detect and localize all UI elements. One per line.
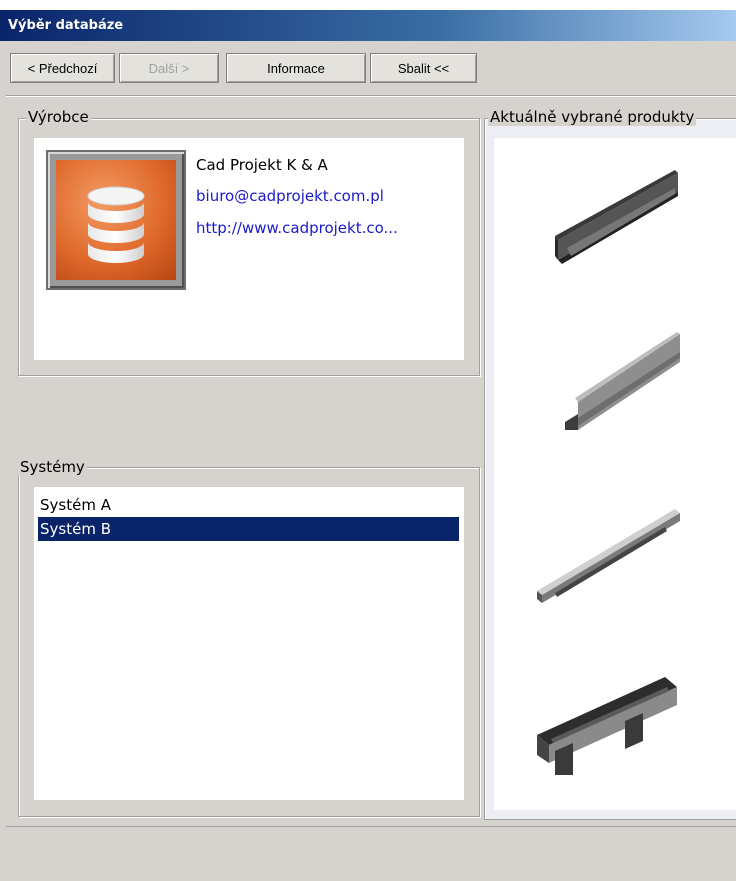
window-title-bar: Výběr databáze [0, 10, 736, 41]
list-item-system-a[interactable]: Systém A [38, 493, 459, 517]
toolbar: < Předchozí Další > Informace Sbalit << [0, 41, 736, 91]
next-button[interactable]: Další > [119, 53, 219, 83]
systems-group-label: Systémy [18, 458, 87, 476]
products-group-label: Aktuálně vybrané produkty [488, 108, 697, 126]
double-channel-profile-icon[interactable] [515, 665, 705, 805]
toolbar-separator [6, 95, 736, 97]
collapse-button[interactable]: Sbalit << [370, 53, 477, 83]
l-angle-profile-icon[interactable] [515, 318, 705, 458]
previous-button[interactable]: < Předchozí [10, 53, 115, 83]
manufacturer-name: Cad Projekt K & A [196, 156, 328, 174]
status-bar [6, 826, 736, 881]
manufacturer-website-link[interactable]: http://www.cadprojekt.co... [196, 219, 398, 237]
window-top-strip [0, 0, 736, 10]
database-icon [56, 160, 176, 280]
manufacturer-email-link[interactable]: biuro@cadprojekt.com.pl [196, 187, 384, 205]
flat-channel-profile-icon[interactable] [515, 495, 705, 635]
information-button[interactable]: Informace [226, 53, 366, 83]
manufacturer-group-label: Výrobce [26, 108, 91, 126]
window-title: Výběr databáze [8, 18, 124, 33]
manufacturer-logo-frame [46, 150, 186, 290]
list-item-system-b[interactable]: Systém B [38, 517, 459, 541]
u-channel-profile-icon[interactable] [515, 148, 705, 288]
